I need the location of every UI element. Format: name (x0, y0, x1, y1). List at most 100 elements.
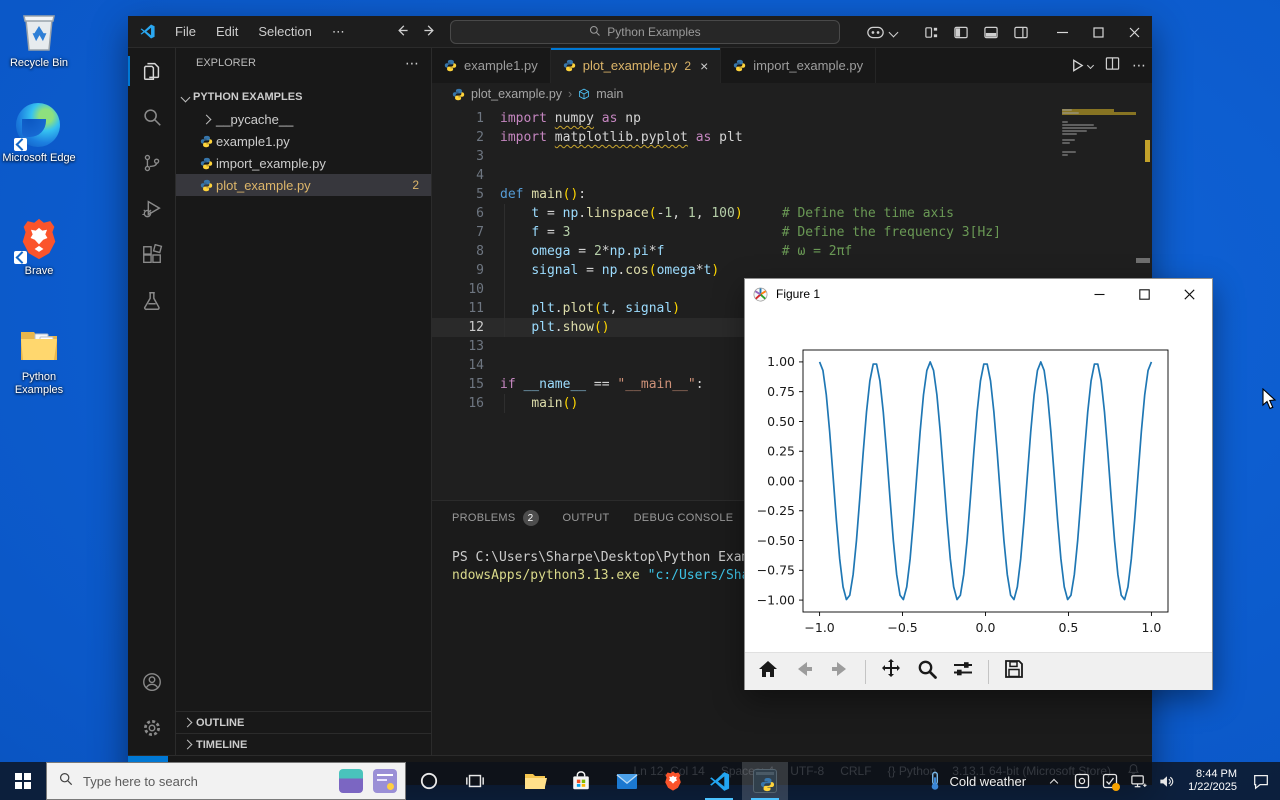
breadcrumb-symbol[interactable]: main (596, 87, 623, 101)
microsoft-store-icon[interactable] (558, 762, 604, 800)
code-line[interactable]: 3 (432, 147, 1152, 166)
forward-arrow-icon[interactable] (423, 23, 438, 42)
home-icon[interactable] (757, 658, 779, 685)
code-line[interactable]: 5def main(): (432, 185, 1152, 204)
tab-import-example-py[interactable]: import_example.py (721, 48, 876, 83)
tree-item-example1-py[interactable]: example1.py (176, 130, 431, 152)
menu-item-edit[interactable]: Edit (207, 21, 247, 42)
taskbar-search[interactable]: Type here to search (46, 762, 406, 800)
code-line[interactable]: 6 t = np.linspace(-1, 1, 100) # Define t… (432, 204, 1152, 223)
pan-icon[interactable] (880, 658, 902, 685)
more-actions-icon[interactable]: ⋯ (1132, 57, 1146, 74)
code-line[interactable]: 4 (432, 166, 1152, 185)
maximize-icon[interactable] (1122, 279, 1167, 309)
explorer-icon[interactable] (128, 48, 176, 94)
search-highlight-clapper-icon[interactable] (339, 769, 363, 793)
tab-plot-example-py[interactable]: plot_example.py2× (551, 48, 722, 83)
code-token: omega (531, 244, 570, 259)
minimap-line (1062, 154, 1068, 156)
more-actions-icon[interactable]: ⋯ (405, 55, 419, 72)
source-control-icon[interactable] (128, 140, 176, 186)
tree-item-plot-example-py[interactable]: plot_example.py2 (176, 174, 431, 196)
figure-canvas[interactable]: −1.0−0.50.00.51.01.000.750.500.250.00−0.… (745, 309, 1212, 652)
desktop-icon-brave[interactable]: Brave (0, 216, 78, 278)
mail-icon[interactable] (604, 762, 650, 800)
desktop-icon-python-examples[interactable]: Python Examples (0, 322, 78, 397)
editor-scrollbar[interactable] (1136, 258, 1150, 263)
testing-icon[interactable] (128, 278, 176, 324)
settings-gear-icon[interactable] (128, 705, 176, 751)
indent-guide (504, 394, 505, 413)
account-icon[interactable] (128, 659, 176, 705)
toggle-sidebar-icon[interactable] (946, 16, 976, 48)
timeline-section[interactable]: TIMELINE (176, 733, 431, 755)
copilot-icon[interactable] (860, 16, 890, 48)
tree-root-folder[interactable]: PYTHON EXAMPLES (176, 86, 431, 108)
line-number: 6 (432, 204, 484, 223)
split-editor-icon[interactable] (1105, 56, 1120, 76)
command-center-search[interactable]: Python Examples (450, 20, 840, 44)
code-line[interactable]: 1import numpy as np (432, 109, 1152, 128)
start-button[interactable] (0, 762, 46, 800)
brave-icon[interactable] (650, 762, 696, 800)
breadcrumb-file[interactable]: plot_example.py (471, 87, 562, 101)
tab-example1-py[interactable]: example1.py (432, 48, 551, 83)
run-dropdown-icon[interactable] (1087, 62, 1094, 69)
panel-tab-problems[interactable]: PROBLEMS2 (452, 501, 539, 535)
panel-tab-output[interactable]: OUTPUT (563, 501, 610, 535)
code-line[interactable]: 2import matplotlib.pyplot as plt (432, 128, 1152, 147)
back-arrow-icon[interactable] (394, 23, 409, 42)
back-icon[interactable] (793, 658, 815, 685)
search-highlight-card-icon[interactable] (373, 769, 397, 793)
configure-subplots-icon[interactable] (952, 658, 974, 685)
taskbar-clock[interactable]: 8:44 PM 1/22/2025 (1188, 768, 1237, 794)
figure-titlebar[interactable]: Figure 1 (745, 279, 1212, 309)
zoom-to-rect-icon[interactable] (916, 658, 938, 685)
task-view-icon[interactable] (452, 762, 498, 800)
copilot-chevron-icon[interactable] (890, 23, 904, 41)
tray-app-icon[interactable] (1071, 762, 1093, 800)
python-terminal-icon[interactable] (742, 762, 788, 800)
vscode-icon[interactable] (696, 762, 742, 800)
tree-item-import-example-py[interactable]: import_example.py (176, 152, 431, 174)
network-icon[interactable] (1127, 762, 1149, 800)
menu-item-selection[interactable]: Selection (249, 21, 320, 42)
code-line[interactable]: 8 omega = 2*np.pi*f # ω = 2πf (432, 242, 1152, 261)
indent-guide (504, 223, 505, 242)
tray-notify-icon[interactable] (1099, 762, 1121, 800)
search-icon[interactable] (128, 94, 176, 140)
menu-item-file[interactable]: File (166, 21, 205, 42)
minimize-icon[interactable] (1044, 16, 1080, 48)
outline-section[interactable]: OUTLINE (176, 711, 431, 733)
breadcrumb[interactable]: plot_example.py › main (432, 83, 1152, 105)
close-icon[interactable] (1167, 279, 1212, 309)
run-debug-icon[interactable] (128, 186, 176, 232)
tray-chevron-icon[interactable] (1043, 762, 1065, 800)
maximize-icon[interactable] (1080, 16, 1116, 48)
close-icon[interactable]: × (700, 58, 708, 74)
minimap[interactable] (1062, 109, 1138, 229)
volume-icon[interactable] (1155, 762, 1177, 800)
weather-widget[interactable]: Cold weather (928, 771, 1026, 791)
toggle-panel-icon[interactable] (976, 16, 1006, 48)
cortana-icon[interactable] (406, 762, 452, 800)
minimize-icon[interactable] (1077, 279, 1122, 309)
run-button[interactable] (1070, 58, 1093, 73)
desktop-icon-edge[interactable]: Microsoft Edge (0, 103, 78, 165)
menu-item-more[interactable]: ⋯ (323, 21, 354, 43)
save-icon[interactable] (1003, 658, 1025, 685)
close-icon[interactable] (1116, 16, 1152, 48)
forward-icon[interactable] (829, 658, 851, 685)
customize-layout-icon[interactable] (916, 16, 946, 48)
figure-window[interactable]: Figure 1 −1.0−0.50.00.51.01.000.750.500.… (744, 278, 1213, 690)
toggle-secondary-sidebar-icon[interactable] (1006, 16, 1036, 48)
figure-title: Figure 1 (776, 287, 820, 301)
action-center-icon[interactable] (1250, 762, 1272, 800)
desktop-icon-recycle-bin[interactable]: Recycle Bin (0, 8, 78, 70)
tree-item---pycache--[interactable]: __pycache__ (176, 108, 431, 130)
code-token: , (672, 206, 688, 221)
code-line[interactable]: 7 f = 3 # Define the frequency 3[Hz] (432, 223, 1152, 242)
file-explorer-icon[interactable] (512, 762, 558, 800)
extensions-icon[interactable] (128, 232, 176, 278)
panel-tab-debug-console[interactable]: DEBUG CONSOLE (634, 501, 734, 535)
